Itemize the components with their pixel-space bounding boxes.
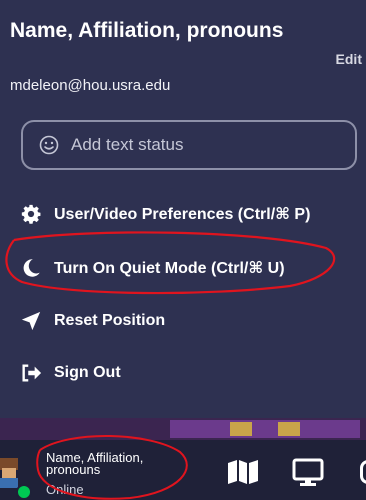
- menu-item-user-video-preferences[interactable]: User/Video Preferences (Ctrl/⌘ P): [20, 200, 310, 228]
- menu-item-sign-out[interactable]: Sign Out: [20, 359, 121, 387]
- menu-item-reset-position[interactable]: Reset Position: [20, 307, 165, 335]
- sign-out-icon: [22, 364, 42, 382]
- game-map-strip: [0, 418, 366, 440]
- gear-icon: [21, 204, 41, 224]
- presence-status: Online: [46, 482, 84, 497]
- bottom-bar-name[interactable]: Name, Affiliation, pronouns: [46, 451, 176, 476]
- menu-item-label: Reset Position: [54, 312, 166, 329]
- profile-name: Name, Affiliation, pronouns: [10, 19, 284, 42]
- profile-email: mdeleon@hou.usra.edu: [10, 77, 171, 94]
- menu-item-label: Sign Out: [54, 364, 121, 381]
- cutoff-icon[interactable]: [360, 460, 366, 484]
- moon-icon: [23, 259, 40, 277]
- screen-share-icon[interactable]: [292, 458, 324, 488]
- text-status-placeholder: Add text status: [71, 135, 184, 154]
- menu-item-quiet-mode[interactable]: Turn On Quiet Mode (Ctrl/⌘ U): [20, 254, 285, 282]
- avatar[interactable]: [0, 452, 22, 488]
- menu-item-label: User/Video Preferences (Ctrl/⌘ P): [54, 206, 311, 223]
- online-status-dot: [16, 484, 32, 500]
- navigation-arrow-icon: [21, 311, 41, 331]
- smile-icon: [39, 135, 59, 155]
- game-tiles: [0, 418, 366, 440]
- menu-item-label: Turn On Quiet Mode (Ctrl/⌘ U): [54, 260, 285, 277]
- profile-menu-panel: Name, Affiliation, pronouns Edit mdeleon…: [0, 0, 366, 418]
- map-icon[interactable]: [226, 458, 260, 486]
- text-status-input[interactable]: Add text status: [21, 120, 357, 170]
- edit-profile-link[interactable]: Edit: [336, 51, 362, 67]
